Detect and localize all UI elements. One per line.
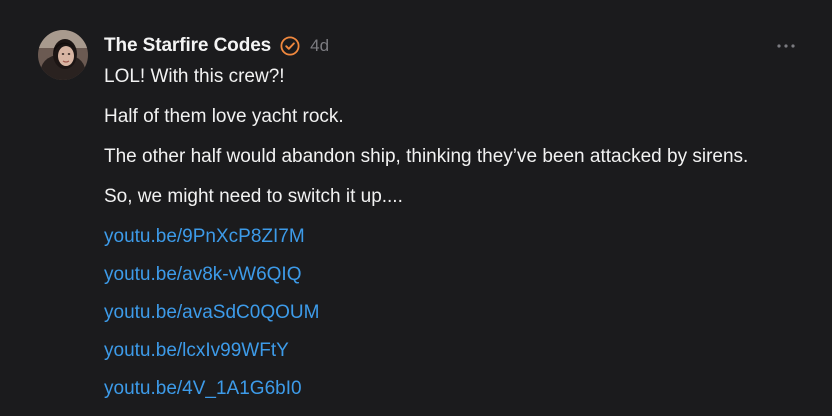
verified-badge-icon	[280, 36, 300, 56]
post-body: LOL! With this crew?! Half of them love …	[104, 64, 824, 414]
youtube-link[interactable]: youtu.be/9PnXcP8ZI7M	[104, 224, 824, 250]
post-paragraph: The other half would abandon ship, think…	[104, 146, 749, 167]
avatar-image	[38, 30, 88, 80]
avatar[interactable]	[38, 30, 88, 80]
youtube-link[interactable]: youtu.be/4V_1A1G6bI0	[104, 376, 824, 402]
post-paragraph: Half of them love yacht rock.	[104, 106, 344, 127]
post-header: The Starfire Codes 4d	[104, 33, 329, 59]
youtube-link[interactable]: youtu.be/avaSdC0QOUM	[104, 300, 824, 326]
author-name[interactable]: The Starfire Codes	[104, 35, 271, 57]
post-card: The Starfire Codes 4d LOL! With this cre…	[0, 0, 832, 416]
post-timestamp[interactable]: 4d	[310, 36, 329, 56]
post-paragraph: So, we might need to switch it up....	[104, 186, 403, 207]
post-paragraph: LOL! With this crew?!	[104, 66, 285, 87]
youtube-link[interactable]: youtu.be/av8k-vW6QIQ	[104, 262, 824, 288]
more-options-icon[interactable]	[774, 38, 798, 54]
youtube-link[interactable]: youtu.be/lcxIv99WFtY	[104, 338, 824, 364]
